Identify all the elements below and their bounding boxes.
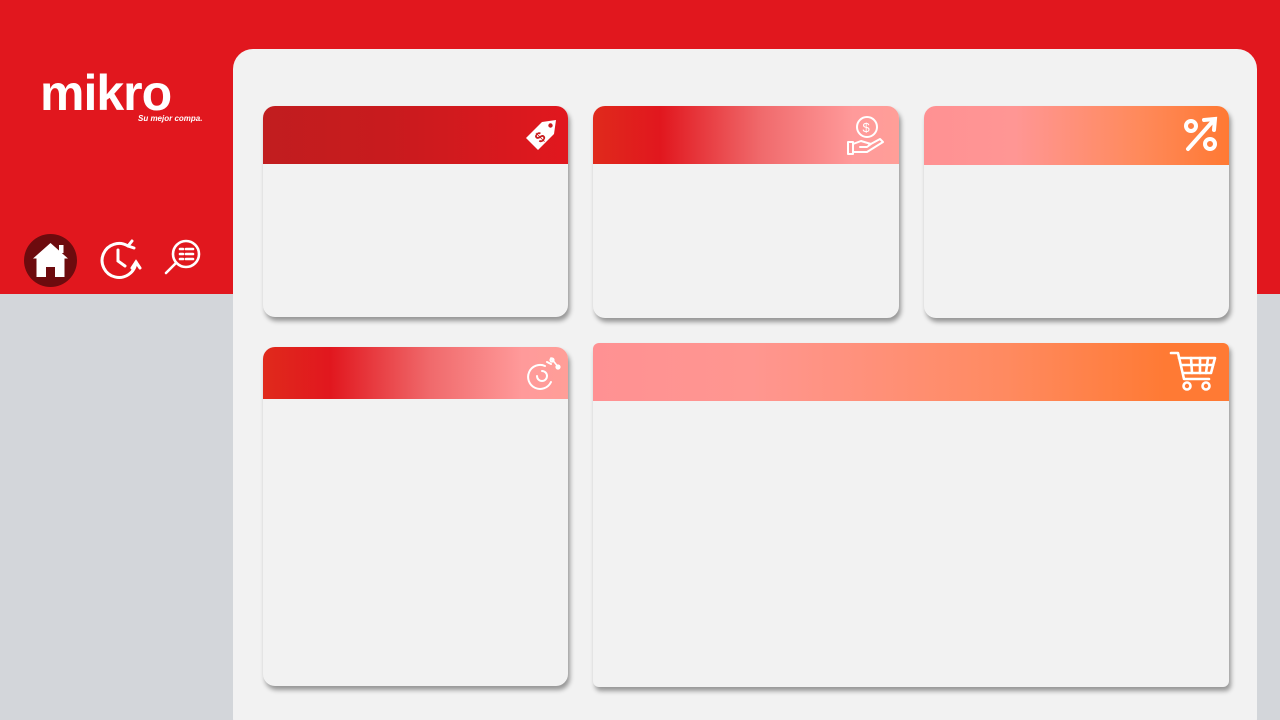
search-report-icon: [164, 239, 201, 275]
card-header: $: [263, 106, 568, 164]
card-body: [924, 165, 1229, 318]
percent-up-icon: [1182, 116, 1220, 154]
svg-text:$: $: [863, 120, 871, 135]
nav-home-button[interactable]: [24, 234, 77, 287]
nav-search-button[interactable]: [162, 236, 204, 278]
nav-history-button[interactable]: [98, 238, 142, 282]
card-header: [263, 347, 568, 399]
mikro-logo[interactable]: mikro Su mejor compa.: [36, 64, 206, 130]
card-header: [924, 106, 1229, 165]
logo-tagline: Su mejor compa.: [138, 114, 203, 123]
card-discounts: [263, 347, 568, 686]
money-hand-icon: $: [845, 114, 887, 156]
card-body: [593, 401, 1229, 687]
card-price: $: [263, 106, 568, 317]
card-header: [593, 343, 1229, 401]
card-body: [263, 399, 568, 686]
card-header: $: [593, 106, 899, 164]
card-body: [593, 164, 899, 318]
history-clock-icon: [100, 239, 142, 279]
discount-pie-icon: [521, 352, 561, 392]
card-savings: $: [593, 106, 899, 318]
card-cart: [593, 343, 1229, 687]
card-growth: [924, 106, 1229, 318]
shopping-cart-icon: [1169, 349, 1217, 393]
card-body: [263, 164, 568, 317]
price-tag-icon: $: [522, 116, 560, 154]
home-icon: [33, 243, 68, 277]
